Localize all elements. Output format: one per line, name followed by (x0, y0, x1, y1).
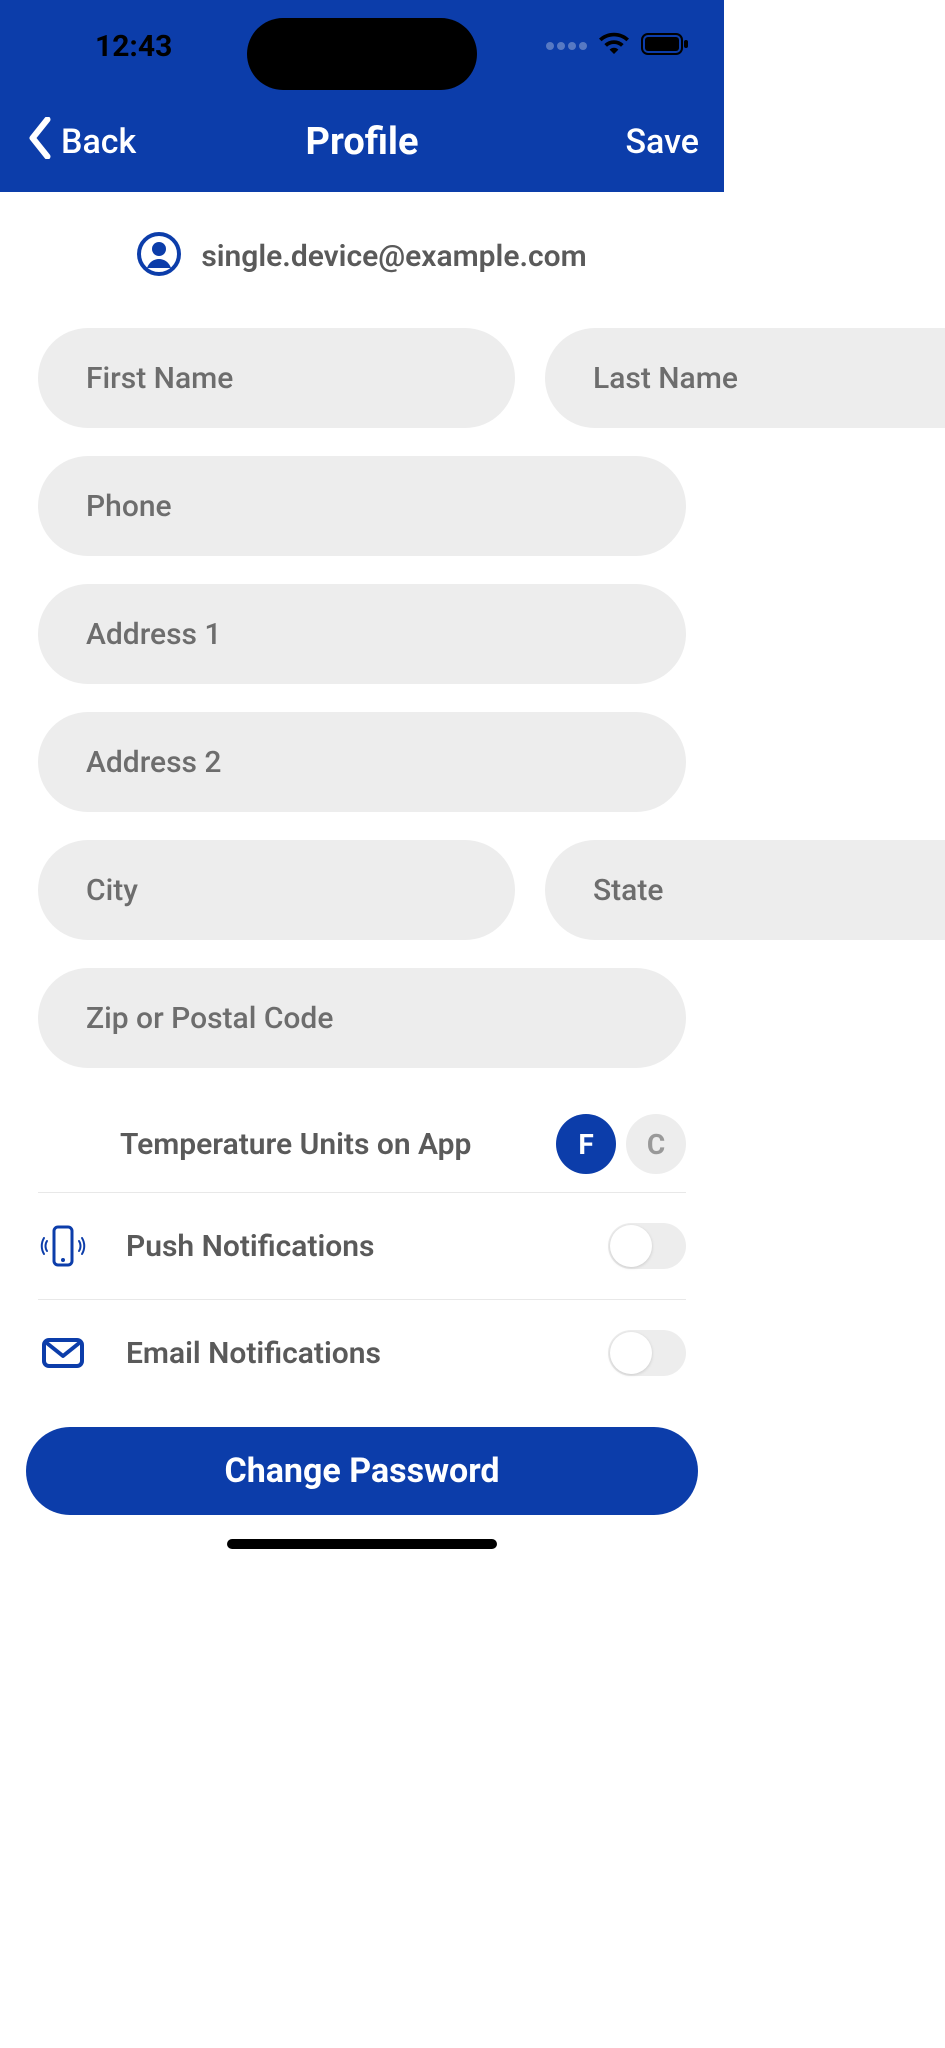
temp-unit-fahrenheit[interactable]: F (556, 1114, 616, 1174)
first-name-field[interactable] (38, 328, 515, 428)
push-notifications-row: Push Notifications (38, 1193, 686, 1300)
last-name-field[interactable] (545, 328, 945, 428)
save-button[interactable]: Save (625, 122, 699, 162)
status-time: 12:43 (95, 29, 172, 64)
phone-field[interactable] (38, 456, 686, 556)
back-button[interactable]: Back (25, 117, 136, 168)
nav-title: Profile (305, 120, 418, 164)
user-email: single.device@example.com (201, 239, 586, 274)
toggle-thumb (610, 1225, 652, 1267)
cellular-signal-icon (546, 42, 587, 50)
nav-bar: Back Profile Save (0, 92, 724, 192)
state-field[interactable] (545, 840, 945, 940)
push-notifications-toggle[interactable] (608, 1223, 686, 1269)
change-password-button[interactable]: Change Password (26, 1427, 698, 1515)
status-icons (546, 32, 689, 60)
wifi-icon (599, 32, 629, 60)
user-header: single.device@example.com (38, 232, 686, 280)
dynamic-island (247, 18, 477, 90)
temperature-unit-toggle: F C (556, 1114, 686, 1174)
status-bar: 12:43 (0, 0, 724, 92)
temperature-units-label: Temperature Units on App (120, 1127, 471, 1162)
user-avatar-icon (137, 232, 181, 280)
push-notifications-label: Push Notifications (126, 1229, 374, 1264)
home-indicator[interactable] (227, 1539, 497, 1549)
envelope-icon (38, 1328, 88, 1378)
toggle-thumb (610, 1332, 652, 1374)
chevron-left-icon (25, 117, 55, 168)
content: single.device@example.com Temperature Un… (0, 192, 724, 1407)
battery-icon (641, 32, 689, 60)
bottom-bar: Change Password (0, 1405, 724, 1569)
settings-list: Temperature Units on App F C Push Notifi… (38, 1096, 686, 1407)
city-field[interactable] (38, 840, 515, 940)
address2-field[interactable] (38, 712, 686, 812)
email-notifications-row: Email Notifications (38, 1300, 686, 1407)
temperature-units-row: Temperature Units on App F C (38, 1096, 686, 1193)
temp-unit-celsius[interactable]: C (626, 1114, 686, 1174)
phone-vibrate-icon (38, 1221, 88, 1271)
zip-field[interactable] (38, 968, 686, 1068)
email-notifications-toggle[interactable] (608, 1330, 686, 1376)
email-notifications-label: Email Notifications (126, 1336, 381, 1371)
back-label: Back (61, 122, 136, 162)
address1-field[interactable] (38, 584, 686, 684)
